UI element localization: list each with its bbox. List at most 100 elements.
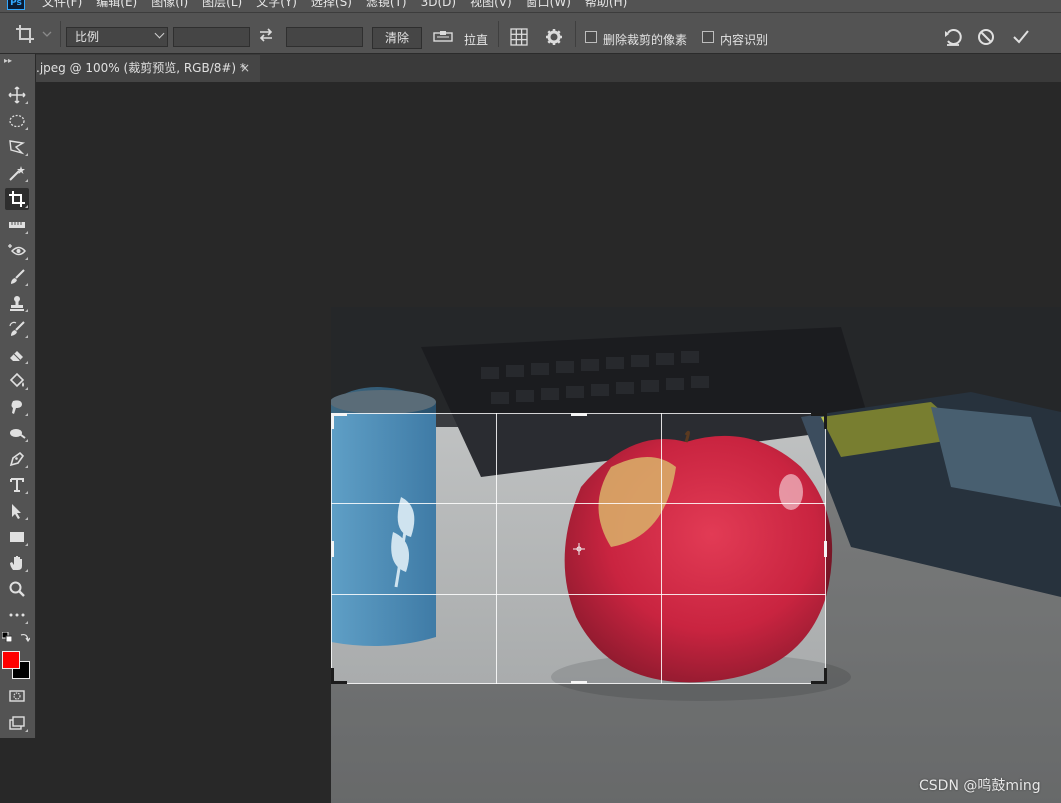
menu-3d[interactable]: 3D(D) (421, 0, 456, 10)
crop-handle-bottom[interactable] (571, 681, 587, 684)
eraser-icon (10, 351, 23, 361)
crop-handle-top-right[interactable] (824, 413, 827, 429)
eraser-tool[interactable] (5, 344, 29, 366)
crop-height-input[interactable] (286, 27, 363, 47)
spot-healing-tool[interactable] (5, 240, 29, 262)
tool-preset-picker[interactable] (14, 23, 54, 45)
menu-edit[interactable]: 编辑(E) (96, 0, 137, 10)
more-tools[interactable] (5, 604, 29, 626)
quick-mask-button[interactable] (5, 685, 29, 707)
ratio-select[interactable]: 比例 (66, 27, 168, 47)
crop-handle-top[interactable] (571, 413, 587, 416)
polygon-lasso-icon (9, 140, 26, 155)
swap-dimensions-icon[interactable] (258, 27, 274, 47)
pen-icon (9, 451, 25, 467)
stamp-icon (10, 296, 24, 311)
move-icon (8, 86, 26, 104)
menu-view[interactable]: 视图(V) (470, 0, 512, 10)
crop-icon (9, 191, 25, 207)
arrow-select-icon (12, 504, 21, 519)
smudge-tool[interactable] (5, 396, 29, 418)
menu-select[interactable]: 选择(S) (311, 0, 352, 10)
toolbox-panel: ▸▸ (0, 54, 36, 738)
document-tab[interactable]: .jpeg @ 100% (裁剪预览, RGB/8#) * × (36, 55, 260, 82)
chevron-down-icon (154, 28, 165, 39)
dodge-icon (10, 429, 26, 439)
lasso-tool[interactable] (5, 136, 29, 158)
options-bar: 比例 清除 拉直 删除裁剪的像素 内容识别 (0, 12, 1061, 54)
smudge-icon (11, 400, 22, 414)
cancel-icon[interactable] (975, 26, 997, 48)
ruler-tool[interactable] (5, 214, 29, 236)
dodge-tool[interactable] (5, 422, 29, 444)
clone-stamp-tool[interactable] (5, 292, 29, 314)
straighten-label[interactable]: 拉直 (464, 31, 488, 48)
screen-mode-button[interactable] (5, 712, 29, 734)
content-aware-label[interactable]: 内容识别 (720, 31, 768, 48)
crop-handle-bottom-right[interactable] (824, 668, 827, 684)
crop-icon (16, 25, 34, 43)
swap-colors-icon[interactable] (20, 632, 30, 642)
chevron-down-icon (42, 31, 52, 37)
document-tab-bar: .jpeg @ 100% (裁剪预览, RGB/8#) * × (36, 54, 1061, 82)
ruler-icon (9, 222, 25, 228)
rectangle-icon (10, 532, 24, 542)
hand-icon (10, 556, 22, 570)
crop-handle-top-left[interactable] (331, 413, 334, 429)
menu-items: 文件(F) 编辑(E) 图像(I) 图层(L) 文字(Y) 选择(S) 滤镜(T… (42, 0, 641, 10)
screen-mode-icon (9, 716, 25, 730)
quick-mask-icon (9, 690, 25, 702)
ellipsis-icon (9, 613, 25, 617)
delete-cropped-label[interactable]: 删除裁剪的像素 (603, 31, 687, 48)
default-colors-icon[interactable] (2, 632, 12, 642)
gear-icon[interactable] (544, 27, 564, 47)
move-tool[interactable] (5, 84, 29, 106)
paint-bucket-tool[interactable] (5, 370, 29, 392)
collapse-arrows-icon[interactable]: ▸▸ (4, 56, 12, 65)
menu-bar: Ps 文件(F) 编辑(E) 图像(I) 图层(L) 文字(Y) 选择(S) 滤… (0, 0, 1061, 12)
crop-handle-right[interactable] (824, 541, 827, 557)
crop-handle-bottom-left[interactable] (331, 668, 334, 684)
foreground-color-swatch[interactable] (2, 651, 20, 669)
ellipse-marquee-icon (9, 114, 25, 128)
zoom-tool[interactable] (5, 578, 29, 600)
pen-tool[interactable] (5, 448, 29, 470)
brush-tool[interactable] (5, 266, 29, 288)
delete-cropped-checkbox[interactable] (585, 31, 597, 43)
separator (60, 21, 61, 47)
document-tab-title: .jpeg @ 100% (裁剪预览, RGB/8#) * (36, 61, 246, 75)
content-aware-checkbox[interactable] (702, 31, 714, 43)
menu-help[interactable]: 帮助(H) (585, 0, 627, 10)
separator (498, 21, 499, 47)
magic-wand-icon (9, 166, 25, 181)
menu-window[interactable]: 窗口(W) (526, 0, 571, 10)
crop-handle-left[interactable] (331, 541, 334, 557)
healing-eye-icon (8, 244, 26, 256)
type-icon (10, 478, 24, 492)
overlay-grid-icon[interactable] (509, 27, 529, 47)
rectangle-tool[interactable] (5, 526, 29, 548)
photoshop-logo-icon[interactable]: Ps (7, 0, 25, 10)
history-brush-tool[interactable] (5, 318, 29, 340)
menu-layer[interactable]: 图层(L) (202, 0, 242, 10)
commit-check-icon[interactable] (1010, 26, 1032, 48)
menu-file[interactable]: 文件(F) (42, 0, 82, 10)
menu-type[interactable]: 文字(Y) (256, 0, 297, 10)
clear-button[interactable]: 清除 (372, 27, 422, 49)
reset-icon[interactable] (942, 26, 964, 48)
menu-filter[interactable]: 滤镜(T) (366, 0, 407, 10)
type-tool[interactable] (5, 474, 29, 496)
menu-image[interactable]: 图像(I) (151, 0, 188, 10)
marquee-tool[interactable] (5, 110, 29, 132)
path-selection-tool[interactable] (5, 500, 29, 522)
crop-center-crosshair-icon (573, 543, 585, 555)
zoom-icon (9, 581, 25, 597)
straighten-level-icon[interactable] (433, 30, 453, 42)
ratio-value: 比例 (75, 30, 100, 44)
close-icon[interactable]: × (240, 55, 250, 81)
magic-wand-tool[interactable] (5, 162, 29, 184)
watermark-text: CSDN @鸣鼓ming (919, 778, 1041, 794)
crop-width-input[interactable] (173, 27, 250, 47)
hand-tool[interactable] (5, 552, 29, 574)
crop-tool[interactable] (5, 188, 29, 210)
